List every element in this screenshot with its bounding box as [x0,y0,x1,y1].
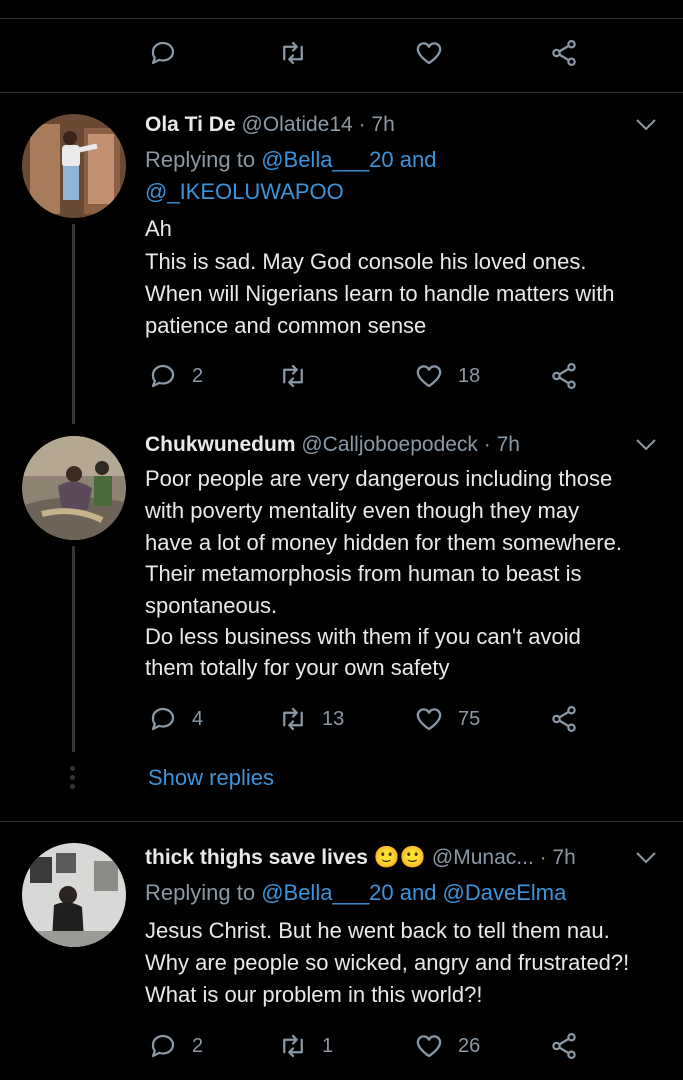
like-button[interactable]: 18 [414,361,480,391]
replying-to-continued: @_IKEOLUWAPOO [145,179,344,205]
reply-count: 2 [192,364,204,387]
tweet-text-line: Poor people are very dangerous including… [145,466,613,491]
avatar[interactable] [22,843,126,947]
like-button[interactable] [414,38,444,68]
username[interactable]: @Munac... [432,846,534,869]
retweet-button[interactable] [278,38,308,68]
reply-button[interactable] [148,38,178,68]
retweet-button[interactable] [278,361,308,391]
emoji: 🙂🙂 [373,846,427,869]
tweet-text-line: Their metamorphosis from human to beast … [145,561,582,586]
mention-link[interactable]: @Bella___20 and [261,147,436,172]
tweet-text-line: Ah [145,216,172,241]
like-button[interactable]: 26 [414,1031,480,1061]
tweet-text-line: This is sad. May God console his loved o… [145,249,587,274]
retweet-icon [283,1034,303,1058]
timestamp[interactable]: · 7h [540,846,576,869]
tweet-header: Chukwunedum @Calljoboepodeck · 7h [145,433,520,457]
like-count: 75 [458,707,481,730]
like-button[interactable]: 75 [414,704,480,734]
retweet-icon [283,707,303,731]
reply-button[interactable]: 2 [148,1031,203,1061]
heart-icon [416,1035,442,1058]
retweet-count: 13 [322,707,345,730]
share-button[interactable] [549,704,579,734]
tweet-text-line: When will Nigerians learn to handle matt… [145,281,615,306]
share-icon [552,363,576,389]
mention-link[interactable]: @Bella___20 and @DaveElma [261,880,566,905]
tweet-text-line: them totally for your own safety [145,655,450,680]
tweet-header: Ola Ti De @Olatide14 · 7h [145,113,395,137]
reply-icon [151,1034,175,1058]
tweet-text-line: with poverty mentality even though they … [145,498,580,523]
reply-icon [151,364,175,388]
reply-button[interactable]: 2 [148,361,203,391]
share-icon [552,40,576,66]
tweet-text-line: Do less business with them if you can't … [145,624,581,649]
avatar[interactable] [22,114,126,218]
share-button[interactable] [549,38,579,68]
share-button[interactable] [549,361,579,391]
tweet-text-line: Why are people so wicked, angry and frus… [145,950,630,975]
username[interactable]: @Olatide14 [242,113,353,136]
thread-line [72,546,75,752]
retweet-icon [283,41,303,65]
like-count: 18 [458,364,481,387]
display-name[interactable]: Chukwunedum [145,433,296,456]
replying-to: Replying to @Bella___20 and [145,147,437,172]
chevron-down-icon[interactable] [634,850,658,866]
tweet-header: thick thighs save lives 🙂🙂 @Munac... · 7… [145,846,576,870]
replying-to: Replying to @Bella___20 and @DaveElma [145,880,567,905]
heart-icon [416,365,442,388]
share-icon [552,1033,576,1059]
heart-icon [416,708,442,731]
reply-count: 4 [192,707,204,730]
display-name[interactable]: thick thighs save lives [145,846,368,869]
reply-button[interactable]: 4 [148,704,203,734]
thread-dots [70,766,76,789]
display-name[interactable]: Ola Ti De [145,113,236,136]
mention-link[interactable]: @_IKEOLUWAPOO [145,179,344,204]
share-button[interactable] [549,1031,579,1061]
reply-icon [151,707,175,731]
tweet-text-line: What is our problem in this world?! [145,982,483,1007]
retweet-icon [283,364,303,388]
tweet-text-line: have a lot of money hidden for them some… [145,530,622,555]
username[interactable]: @Calljoboepodeck [301,433,478,456]
tweet-text-line: Jesus Christ. But he went back to tell t… [145,918,610,943]
like-count: 26 [458,1034,481,1057]
timestamp[interactable]: · 7h [484,433,520,456]
timestamp[interactable]: · 7h [359,113,395,136]
show-replies-link[interactable]: Show replies [148,765,274,791]
heart-icon [416,42,442,65]
avatar[interactable] [22,436,126,540]
share-icon [552,706,576,732]
retweet-button[interactable]: 13 [278,704,344,734]
retweet-count: 1 [322,1034,334,1057]
retweet-button[interactable]: 1 [278,1031,333,1061]
reply-count: 2 [192,1034,204,1057]
tweet-text-line: spontaneous. [145,593,278,618]
chevron-down-icon[interactable] [634,117,658,133]
chevron-down-icon[interactable] [634,437,658,453]
tweet-text-line: patience and common sense [145,313,427,338]
thread-line [72,224,75,424]
reply-icon [151,41,175,65]
